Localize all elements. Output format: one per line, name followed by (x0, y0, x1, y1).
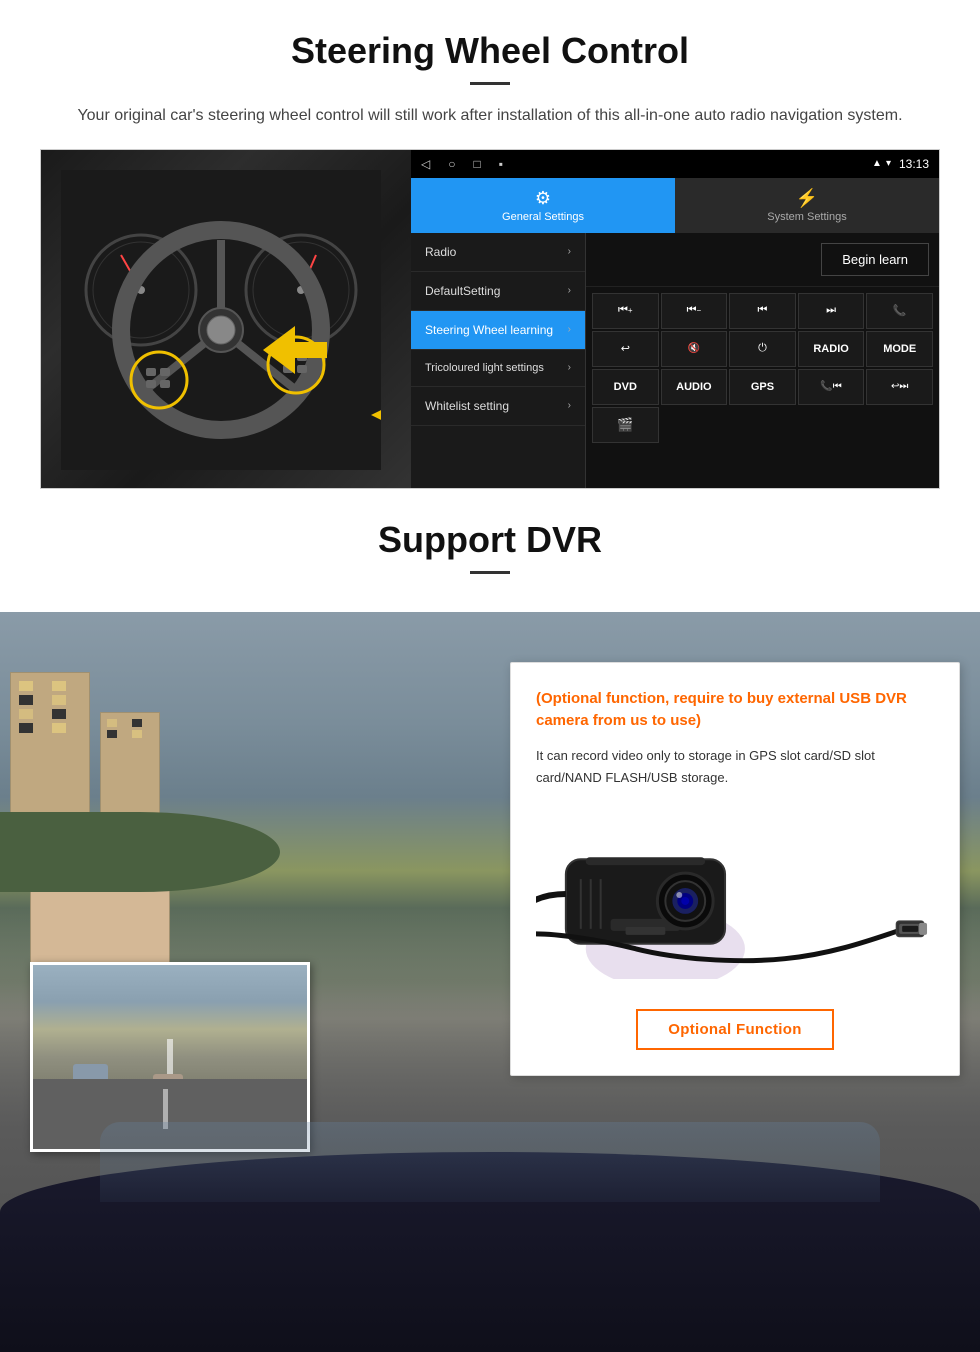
menu-default-label: DefaultSetting (425, 284, 500, 298)
android-ui: ◁ ○ □ ▪ ▲ ▾ 13:13 ⚙ General Settings (411, 150, 939, 488)
menu-item-radio[interactable]: Radio › (411, 233, 585, 272)
tab-general-label: General Settings (502, 211, 584, 223)
android-content: Radio › DefaultSetting › Steering Wheel … (411, 233, 939, 488)
ctrl-phone-prev[interactable]: 📞⏮ (798, 369, 865, 405)
car-windshield (100, 1122, 880, 1202)
menu-item-steering[interactable]: Steering Wheel learning › (411, 311, 585, 350)
dvr-section: Support DVR (0, 489, 980, 1352)
car-hood (0, 1152, 980, 1352)
menu-tricolour-label: Tricoloured light settings (425, 362, 544, 374)
menu-arrow-steering: › (568, 324, 571, 335)
menu-arrow-whitelist: › (568, 400, 571, 411)
menu-item-default[interactable]: DefaultSetting › (411, 272, 585, 311)
tab-general[interactable]: ⚙ General Settings (411, 178, 675, 233)
system-icon: ⚡ (796, 188, 818, 209)
menu-item-tricolour[interactable]: Tricoloured light settings › (411, 350, 585, 387)
dvr-info-card: (Optional function, require to buy exter… (510, 662, 960, 1076)
tab-system-label: System Settings (767, 211, 846, 223)
ctrl-audio[interactable]: AUDIO (661, 369, 728, 405)
dvr-camera-area (536, 809, 934, 989)
steering-photo (41, 150, 411, 489)
page-title: Steering Wheel Control (40, 30, 940, 72)
ctrl-power[interactable]: ⏻ (729, 331, 796, 367)
back-icon[interactable]: ◁ (421, 157, 430, 171)
steering-section: Steering Wheel Control Your original car… (0, 0, 980, 489)
steering-wheel-illustration (61, 170, 381, 470)
menu-arrow-default: › (568, 285, 571, 296)
menu-steering-label: Steering Wheel learning (425, 323, 553, 337)
dvr-title-divider (470, 571, 510, 574)
ctrl-mode[interactable]: MODE (866, 331, 933, 367)
dvr-background: (Optional function, require to buy exter… (0, 612, 980, 1352)
inset-road-background (33, 965, 307, 1149)
begin-learn-row: Begin learn (586, 233, 939, 287)
menu-radio-label: Radio (425, 245, 456, 259)
menu-whitelist-label: Whitelist setting (425, 399, 509, 413)
android-right-panel: Begin learn ⏮+ ⏮− ⏮ ⏭ 📞 ↩ 🔇 ⏻ R (586, 233, 939, 488)
steering-demo: ◁ ○ □ ▪ ▲ ▾ 13:13 ⚙ General Settings (40, 149, 940, 489)
menu-arrow-tricolour: › (568, 362, 571, 373)
settings-icon: ⚙ (535, 188, 551, 209)
control-buttons-grid: ⏮+ ⏮− ⏮ ⏭ 📞 ↩ 🔇 ⏻ RADIO MODE DVD AUDIO (586, 287, 939, 449)
android-menu: Radio › DefaultSetting › Steering Wheel … (411, 233, 586, 488)
nav-icons: ◁ ○ □ ▪ (421, 157, 503, 171)
menu-icon[interactable]: ▪ (499, 157, 503, 171)
time-display: 13:13 (899, 157, 929, 171)
tab-system[interactable]: ⚡ System Settings (675, 178, 939, 233)
ctrl-mute[interactable]: 🔇 (661, 331, 728, 367)
recents-icon[interactable]: □ (473, 157, 480, 171)
ctrl-radio[interactable]: RADIO (798, 331, 865, 367)
ctrl-dvd[interactable]: DVD (592, 369, 659, 405)
dvr-camera-svg (536, 819, 934, 979)
title-divider (470, 82, 510, 85)
status-icons: ▲ ▾ 13:13 (872, 157, 929, 171)
dvr-title: Support DVR (40, 519, 940, 561)
ctrl-back-next[interactable]: ↩⏭ (866, 369, 933, 405)
wifi-icon: ▾ (886, 158, 891, 169)
ctrl-back[interactable]: ↩ (592, 331, 659, 367)
ctrl-extra[interactable]: 🎬 (592, 407, 659, 443)
dvr-hedge (0, 812, 280, 892)
android-tabs: ⚙ General Settings ⚡ System Settings (411, 178, 939, 233)
ctrl-gps[interactable]: GPS (729, 369, 796, 405)
ctrl-vol-up[interactable]: ⏮+ (592, 293, 659, 329)
ctrl-phone[interactable]: 📞 (866, 293, 933, 329)
ctrl-prev-track[interactable]: ⏮ (729, 293, 796, 329)
optional-function-button[interactable]: Optional Function (636, 1009, 833, 1050)
dvr-header: Support DVR (0, 489, 980, 612)
section-subtitle: Your original car's steering wheel contr… (60, 103, 920, 129)
signal-icon: ▲ (872, 158, 882, 169)
dvr-description: It can record video only to storage in G… (536, 745, 934, 789)
begin-learn-button[interactable]: Begin learn (821, 243, 929, 276)
home-icon[interactable]: ○ (448, 157, 455, 171)
dvr-optional-heading: (Optional function, require to buy exter… (536, 688, 934, 733)
menu-item-whitelist[interactable]: Whitelist setting › (411, 387, 585, 426)
menu-arrow-radio: › (568, 246, 571, 257)
ctrl-vol-down[interactable]: ⏮− (661, 293, 728, 329)
ctrl-next-track[interactable]: ⏭ (798, 293, 865, 329)
android-statusbar: ◁ ○ □ ▪ ▲ ▾ 13:13 (411, 150, 939, 178)
